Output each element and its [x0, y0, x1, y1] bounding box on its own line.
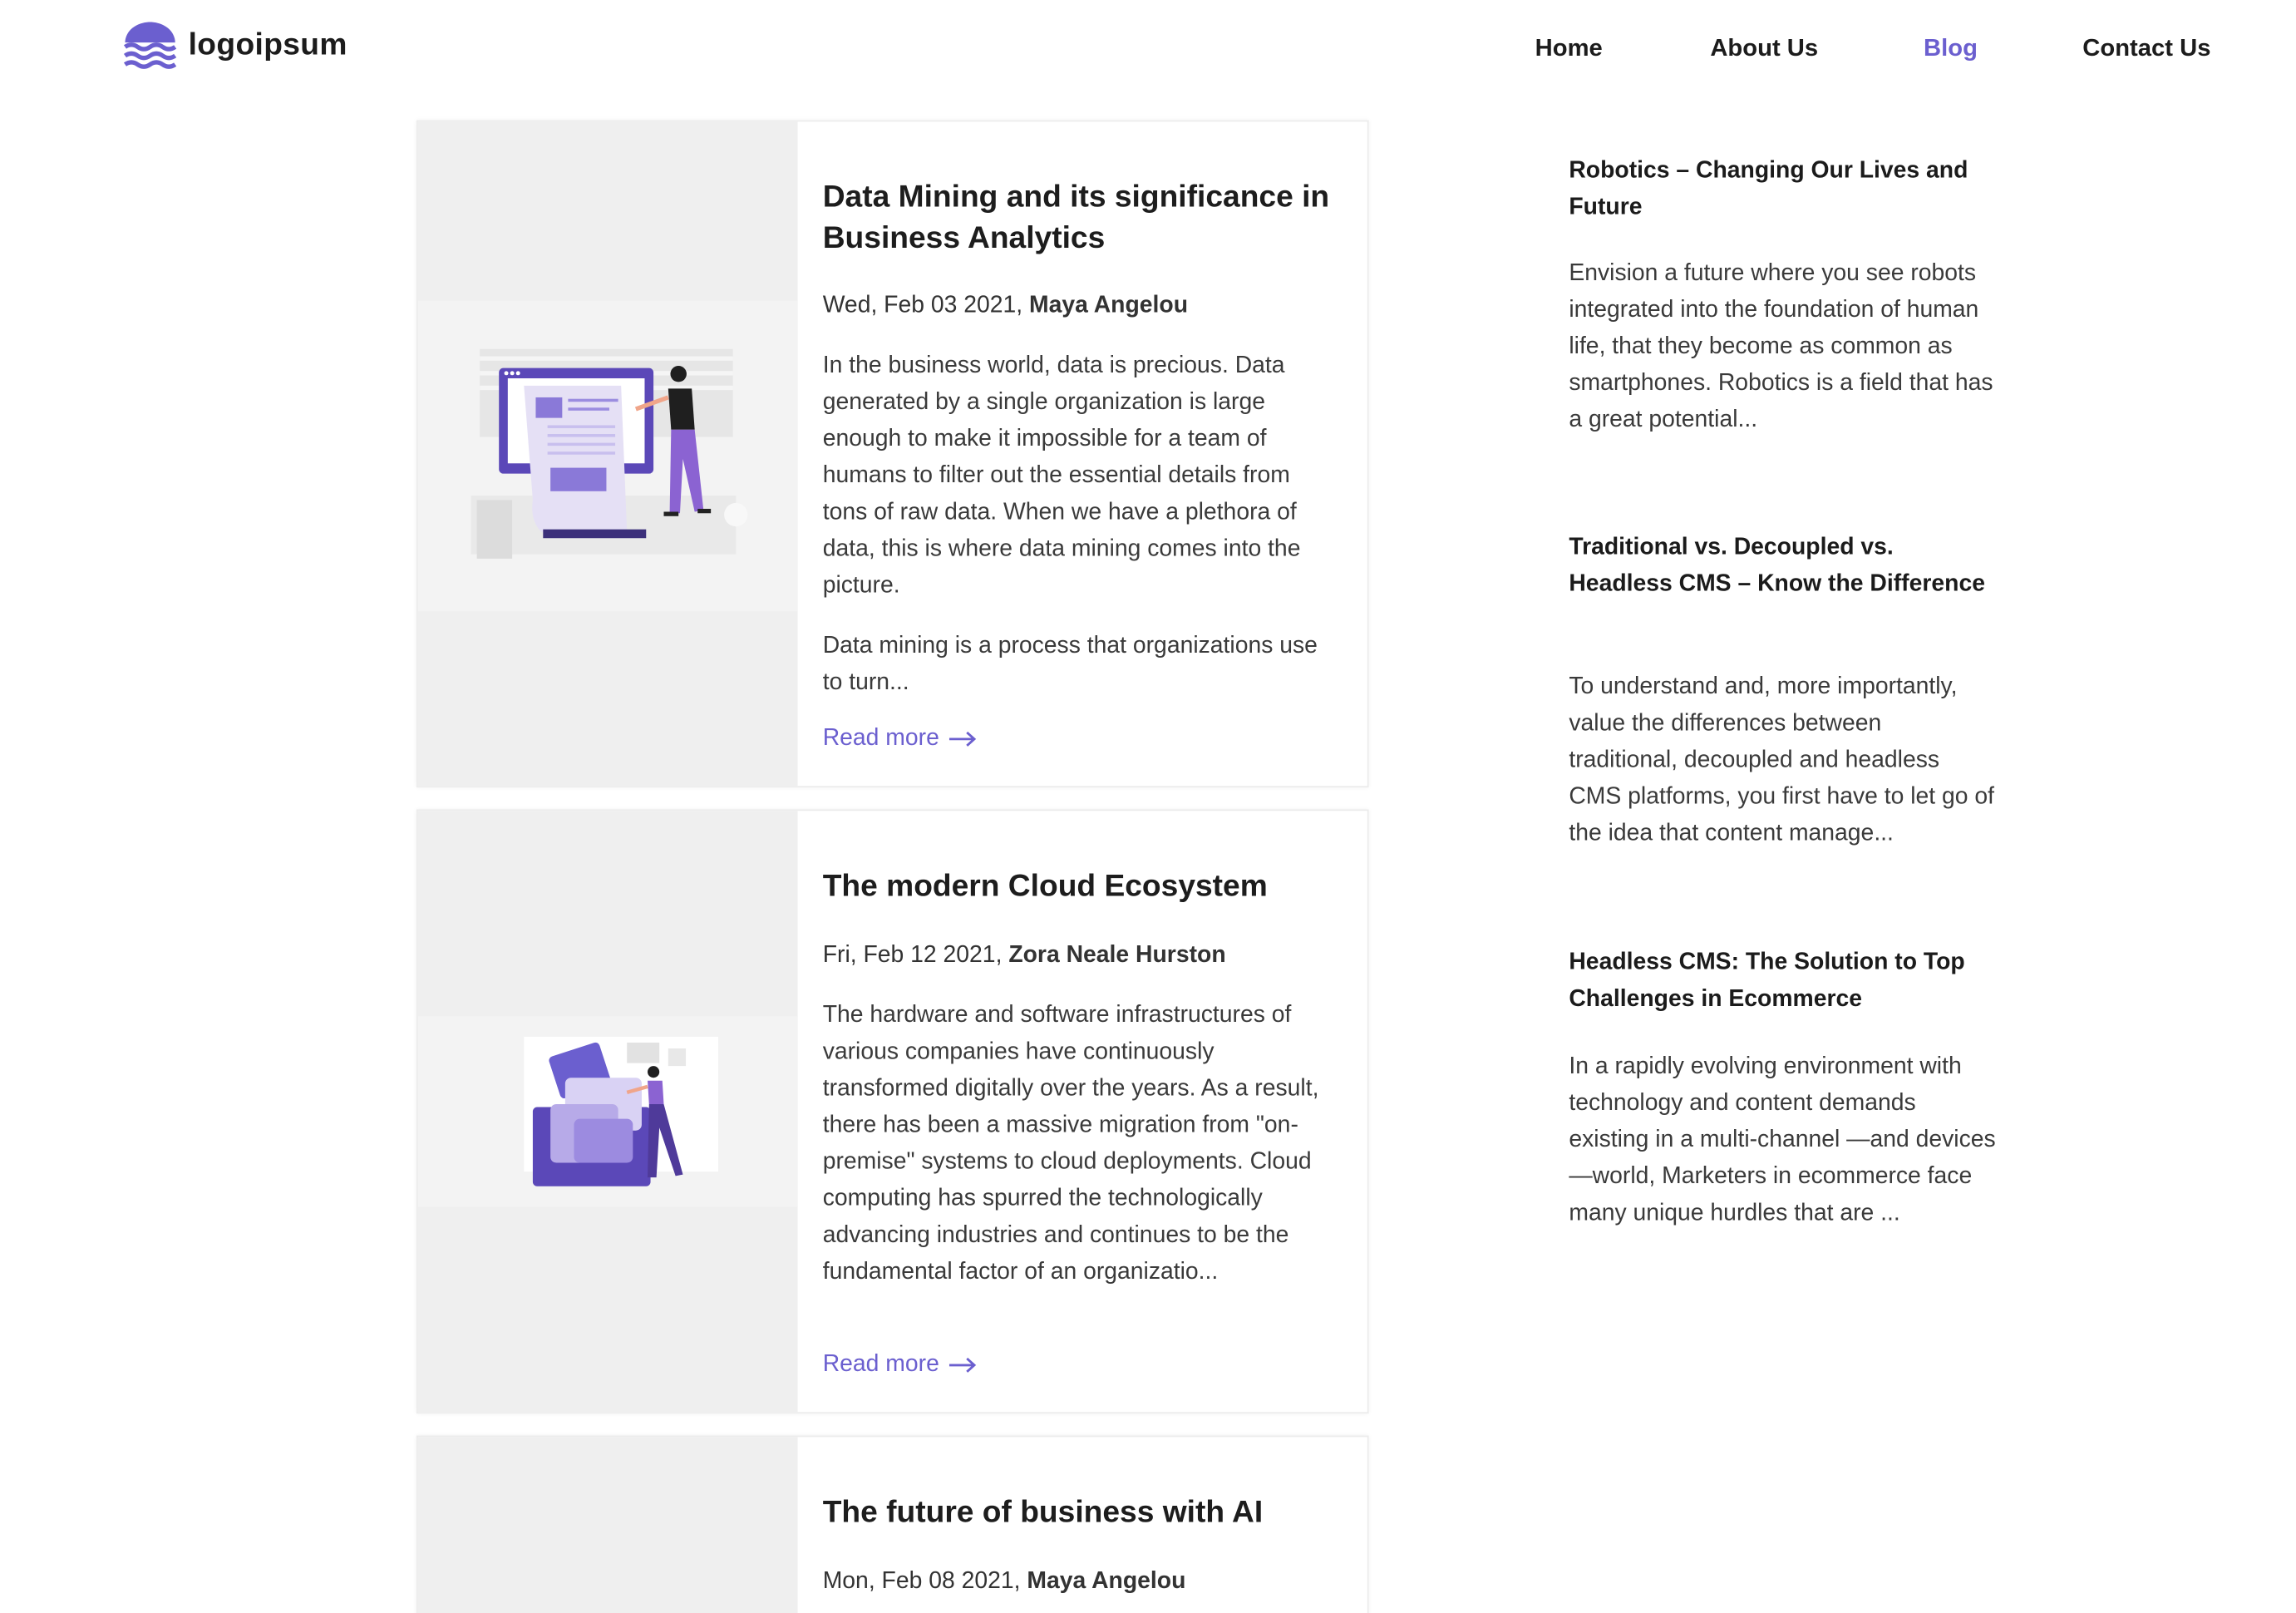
sidebar-post[interactable]: Headless CMS: The Solution to Top Challe…	[1569, 945, 1995, 1018]
post-title[interactable]: The future of business with AI	[823, 1492, 1352, 1533]
logo-wordmark: logoipsum	[188, 27, 347, 62]
post-thumbnail	[417, 121, 798, 787]
post-card[interactable]: The future of business with AI Mon, Feb …	[416, 1435, 1369, 1613]
post-meta: Mon, Feb 08 2021, Maya Angelou	[823, 1566, 1352, 1599]
post-date: Mon, Feb 08 2021,	[822, 1569, 1021, 1595]
post-meta: Wed, Feb 03 2021, Maya Angelou	[823, 290, 1352, 323]
post-card[interactable]: The modern Cloud Ecosystem Fri, Feb 12 2…	[416, 809, 1369, 1414]
sidebar-post-excerpt: Envision a future where you see robots i…	[1569, 260, 1993, 433]
read-more-label: Read more	[822, 1352, 939, 1378]
nav-contact-us[interactable]: Contact Us	[2082, 35, 2210, 63]
arrow-right-icon	[949, 1357, 977, 1373]
post-date: Fri, Feb 12 2021,	[822, 942, 1003, 968]
logo[interactable]: logoipsum	[123, 22, 347, 69]
post-excerpt: In the business world, data is precious.…	[822, 353, 1301, 599]
nav-about-us[interactable]: About Us	[1710, 35, 1818, 63]
site-header: logoipsum Home About Us Blog Contact Us	[0, 0, 2296, 100]
post-title[interactable]: The modern Cloud Ecosystem	[823, 866, 1352, 907]
sidebar-post-excerpt-wrap: In a rapidly evolving environment with t…	[1569, 1048, 1995, 1231]
post-excerpt-continued: Data mining is a process that organizati…	[822, 633, 1318, 695]
sidebar-post-excerpt-wrap: To understand and, more importantly, val…	[1569, 668, 1995, 851]
sidebar-post[interactable]: Traditional vs. Decoupled vs. Headless C…	[1569, 530, 1995, 603]
read-more-link[interactable]: Read more	[823, 726, 978, 752]
post-thumbnail	[417, 1437, 798, 1613]
sidebar-post-title[interactable]: Headless CMS: The Solution to Top Challe…	[1569, 945, 1995, 1018]
nav-home[interactable]: Home	[1535, 35, 1603, 63]
post-excerpt: The hardware and software infrastructure…	[822, 1003, 1319, 1285]
sidebar-post-excerpt: In a rapidly evolving environment with t…	[1569, 1054, 1996, 1226]
logo-waves-icon	[123, 22, 177, 69]
post-meta: Fri, Feb 12 2021, Zora Neale Hurston	[823, 940, 1352, 972]
sidebar-post[interactable]: Robotics – Changing Our Lives and Future	[1569, 152, 1995, 225]
post-title[interactable]: Data Mining and its significance in Busi…	[823, 177, 1352, 259]
post-author[interactable]: Maya Angelou	[1029, 293, 1188, 318]
read-more-label: Read more	[822, 725, 939, 751]
arrow-right-icon	[949, 731, 977, 747]
sidebar-post-title[interactable]: Traditional vs. Decoupled vs. Headless C…	[1569, 530, 1995, 603]
sidebar-post-excerpt-wrap: Envision a future where you see robots i…	[1569, 255, 1995, 438]
post-card[interactable]: Data Mining and its significance in Busi…	[416, 120, 1369, 788]
sidebar-post-title[interactable]: Robotics – Changing Our Lives and Future	[1569, 152, 1995, 225]
post-thumbnail	[417, 811, 798, 1413]
data-mining-illustration	[471, 348, 748, 559]
post-date: Wed, Feb 03 2021,	[822, 293, 1023, 318]
read-more-link[interactable]: Read more	[823, 1352, 978, 1379]
post-author[interactable]: Maya Angelou	[1027, 1569, 1185, 1594]
cloud-ecosystem-illustration	[524, 1036, 719, 1186]
post-author[interactable]: Zora Neale Hurston	[1008, 943, 1225, 968]
nav-blog[interactable]: Blog	[1924, 35, 1978, 63]
sidebar-post-excerpt: To understand and, more importantly, val…	[1569, 674, 1995, 846]
page: logoipsum Home About Us Blog Contact Us	[0, 0, 2296, 1613]
